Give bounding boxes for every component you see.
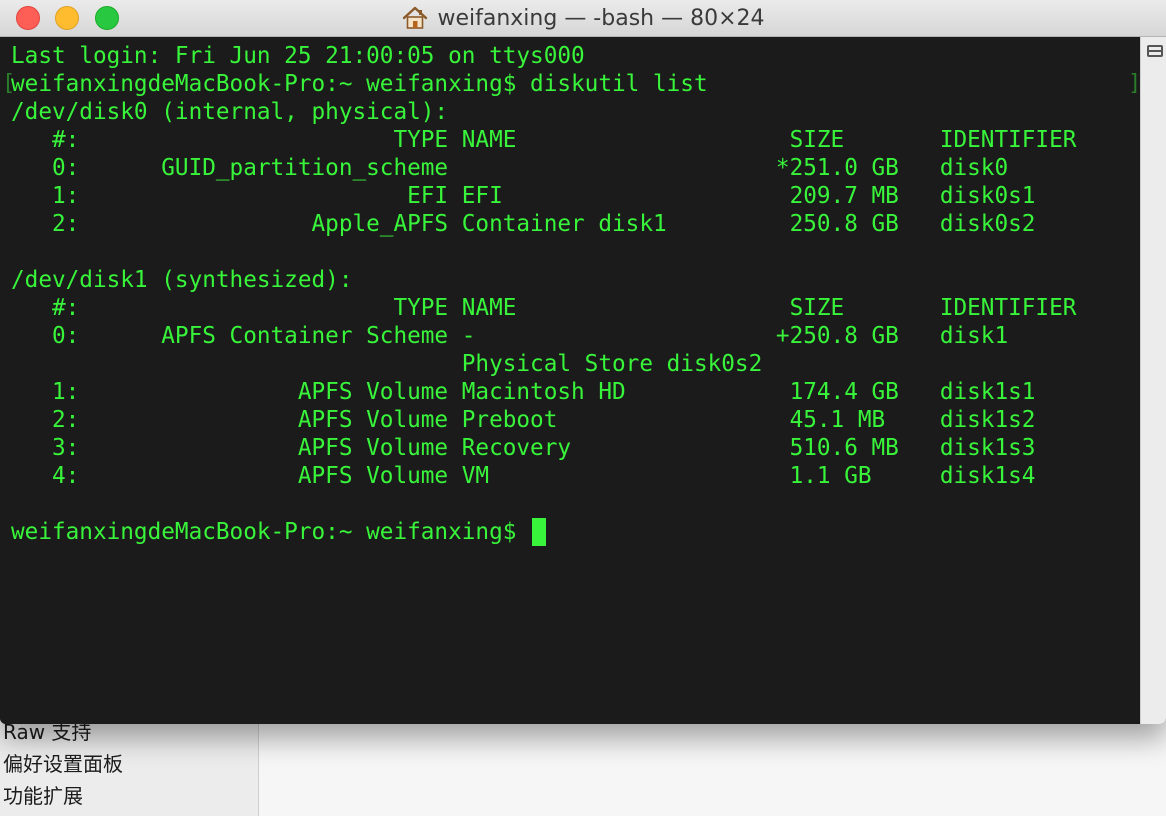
split-pane-icon[interactable] xyxy=(1147,45,1163,57)
terminal-line: Physical Store disk0s2 xyxy=(11,350,1076,378)
terminal-line: #: TYPE NAME SIZE IDENTIFIER xyxy=(11,126,1076,154)
terminal-line-text: #: TYPE NAME SIZE IDENTIFIER xyxy=(11,127,1077,153)
terminal-line-text: 1: APFS Volume Macintosh HD 174.4 GB dis… xyxy=(11,379,1036,405)
terminal-line-text: 0: GUID_partition_scheme *251.0 GB disk0 xyxy=(11,155,1009,181)
terminal-line: 3: APFS Volume Recovery 510.6 MB disk1s3 xyxy=(11,434,1076,462)
terminal-line-text: 3: APFS Volume Recovery 510.6 MB disk1s3 xyxy=(11,435,1036,461)
terminal-line: 2: APFS Volume Preboot 45.1 MB disk1s2 xyxy=(11,406,1076,434)
terminal-line: 0: APFS Container Scheme - +250.8 GB dis… xyxy=(11,322,1076,350)
terminal-scrollbar[interactable] xyxy=(1140,37,1166,724)
terminal-line: weifanxingdeMacBook-Pro:~ weifanxing$ di… xyxy=(11,70,1076,98)
terminal-line-text: #: TYPE NAME SIZE IDENTIFIER xyxy=(11,295,1077,321)
sidebar-item-extensions[interactable]: 功能扩展 xyxy=(3,784,83,808)
terminal-line: #: TYPE NAME SIZE IDENTIFIER xyxy=(11,294,1076,322)
terminal-line: 4: APFS Volume VM 1.1 GB disk1s4 xyxy=(11,462,1076,490)
terminal-line-text: Last login: Fri Jun 25 21:00:05 on ttys0… xyxy=(11,43,585,69)
terminal-line-text: 2: Apple_APFS Container disk1 250.8 GB d… xyxy=(11,211,1036,237)
home-icon xyxy=(403,6,428,29)
terminal-line-text: /dev/disk1 (synthesized): xyxy=(11,267,353,293)
terminal-line: Last login: Fri Jun 25 21:00:05 on ttys0… xyxy=(11,42,1076,70)
sidebar-item-preference-panes[interactable]: 偏好设置面板 xyxy=(3,752,123,776)
terminal-output: Last login: Fri Jun 25 21:00:05 on ttys0… xyxy=(11,42,1076,546)
terminal-line-text: weifanxingdeMacBook-Pro:~ weifanxing$ xyxy=(11,519,531,545)
terminal-line-text: Physical Store disk0s2 xyxy=(11,351,763,377)
terminal-line-text: 0: APFS Container Scheme - +250.8 GB dis… xyxy=(11,323,1009,349)
terminal-line: 1: EFI EFI 209.7 MB disk0s1 xyxy=(11,182,1076,210)
terminal-line-text: weifanxingdeMacBook-Pro:~ weifanxing$ di… xyxy=(11,71,708,97)
terminal-line: 2: Apple_APFS Container disk1 250.8 GB d… xyxy=(11,210,1076,238)
terminal-line: 0: GUID_partition_scheme *251.0 GB disk0 xyxy=(11,154,1076,182)
window-title: weifanxing — -bash — 80×24 xyxy=(437,5,765,31)
title-bar[interactable]: weifanxing — -bash — 80×24 xyxy=(0,0,1166,37)
terminal-content[interactable]: [ ] Last login: Fri Jun 25 21:00:05 on t… xyxy=(0,37,1141,724)
terminal-line: 1: APFS Volume Macintosh HD 174.4 GB dis… xyxy=(11,378,1076,406)
terminal-line-text: 2: APFS Volume Preboot 45.1 MB disk1s2 xyxy=(11,407,1036,433)
terminal-line: /dev/disk1 (synthesized): xyxy=(11,266,1076,294)
terminal-line-text: /dev/disk0 (internal, physical): xyxy=(11,99,449,125)
terminal-line-text: 1: EFI EFI 209.7 MB disk0s1 xyxy=(11,183,1036,209)
window-title-group: weifanxing — -bash — 80×24 xyxy=(0,0,1166,36)
terminal-prompt-line: weifanxingdeMacBook-Pro:~ weifanxing$ xyxy=(11,518,1076,546)
terminal-line-text: 4: APFS Volume VM 1.1 GB disk1s4 xyxy=(11,463,1036,489)
terminal-window: weifanxing — -bash — 80×24 [ ] Last logi… xyxy=(0,0,1166,724)
text-cursor xyxy=(532,518,547,546)
terminal-line: /dev/disk0 (internal, physical): xyxy=(11,98,1076,126)
